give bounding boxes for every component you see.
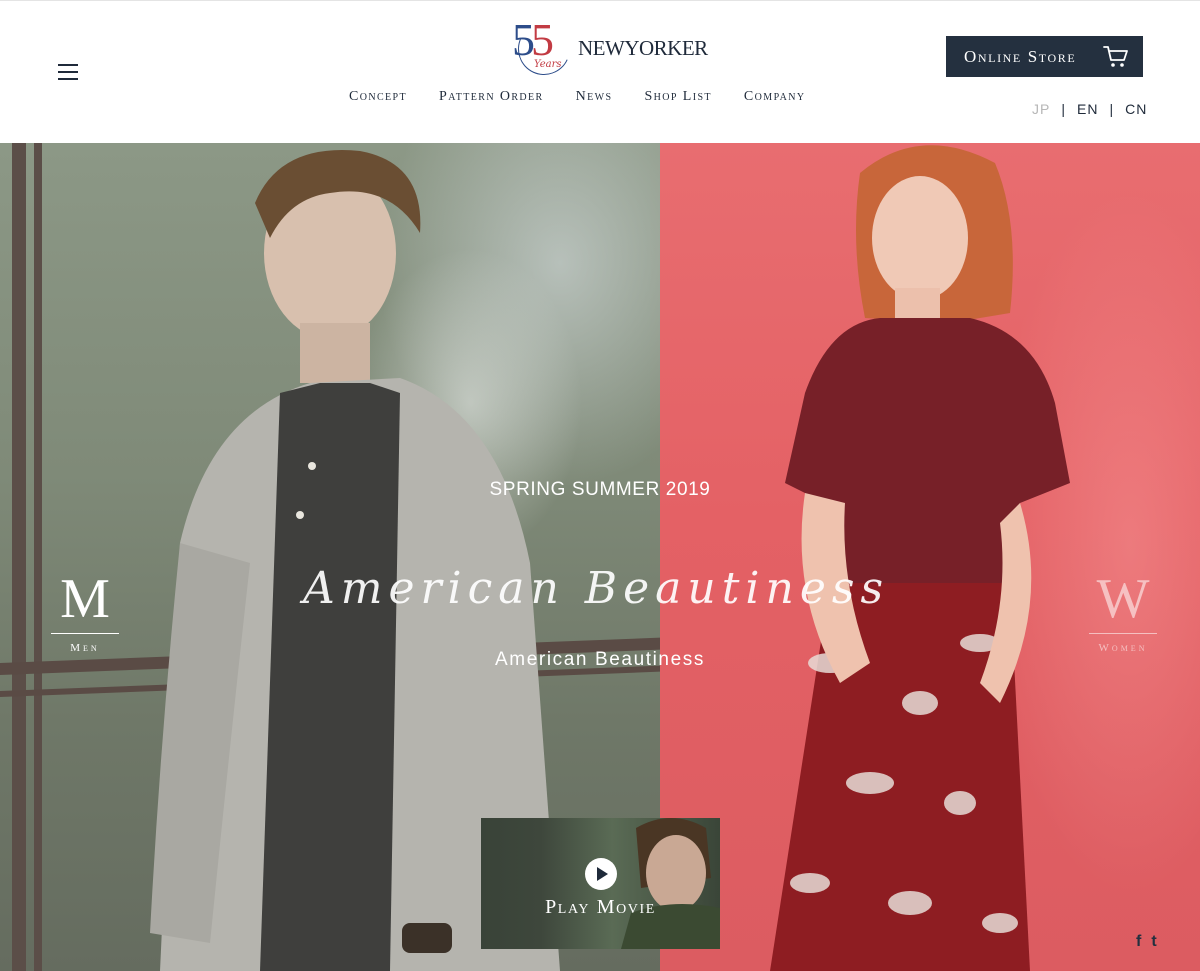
window-frame [12, 143, 26, 971]
site-header: 55 Years NEWYORKER Concept Pattern Order… [0, 0, 1200, 143]
lang-jp[interactable]: JP [1032, 101, 1050, 117]
play-movie-button[interactable]: Play Movie [481, 818, 720, 949]
model-woman-image [770, 145, 1070, 971]
online-store-button[interactable]: Online Store [946, 36, 1143, 77]
social-links: f t [1136, 933, 1157, 951]
collection-subtitle: American Beautiness [495, 649, 705, 670]
movie-thumbnail-image [621, 818, 720, 949]
nav-item-shop-list[interactable]: Shop List [644, 89, 711, 109]
main-nav: Concept Pattern Order News Shop List Com… [349, 89, 805, 109]
lang-en[interactable]: EN [1077, 101, 1098, 117]
nav-item-pattern-order[interactable]: Pattern Order [439, 89, 544, 109]
women-link[interactable]: W Women [1088, 569, 1158, 654]
script-title: American Beautiness [302, 563, 890, 614]
window-frame [34, 143, 42, 971]
cart-icon [1103, 46, 1128, 67]
women-divider [1089, 633, 1157, 634]
twitter-icon[interactable]: t [1151, 933, 1156, 951]
facebook-icon[interactable]: f [1136, 933, 1141, 951]
logo-anniversary-number: 55 [512, 14, 554, 65]
brand-logo[interactable]: 55 Years NEWYORKER [510, 15, 708, 83]
logo-years-label: Years [534, 59, 562, 70]
play-movie-label: Play Movie [545, 896, 656, 918]
logo-wordmark: NEWYORKER [578, 36, 708, 60]
men-link[interactable]: M Men [50, 569, 120, 654]
men-divider [51, 633, 119, 634]
nav-item-company[interactable]: Company [744, 89, 806, 109]
hamburger-icon[interactable] [58, 63, 80, 81]
lang-separator: | [1109, 101, 1115, 117]
men-label: Men [70, 642, 100, 654]
nav-item-news[interactable]: News [576, 89, 613, 109]
lang-separator: | [1061, 101, 1066, 117]
lang-cn[interactable]: CN [1125, 101, 1147, 117]
men-letter: M [60, 568, 110, 630]
women-label: Women [1098, 642, 1148, 654]
nav-item-concept[interactable]: Concept [349, 89, 407, 109]
hero-banner: SPRING SUMMER 2019 American Beautiness A… [0, 143, 1200, 971]
online-store-label: Online Store [964, 46, 1077, 66]
play-icon [585, 858, 617, 890]
women-letter: W [1096, 568, 1150, 630]
language-switcher: JP | EN | CN [1032, 101, 1147, 117]
season-title: SPRING SUMMER 2019 [489, 479, 711, 500]
